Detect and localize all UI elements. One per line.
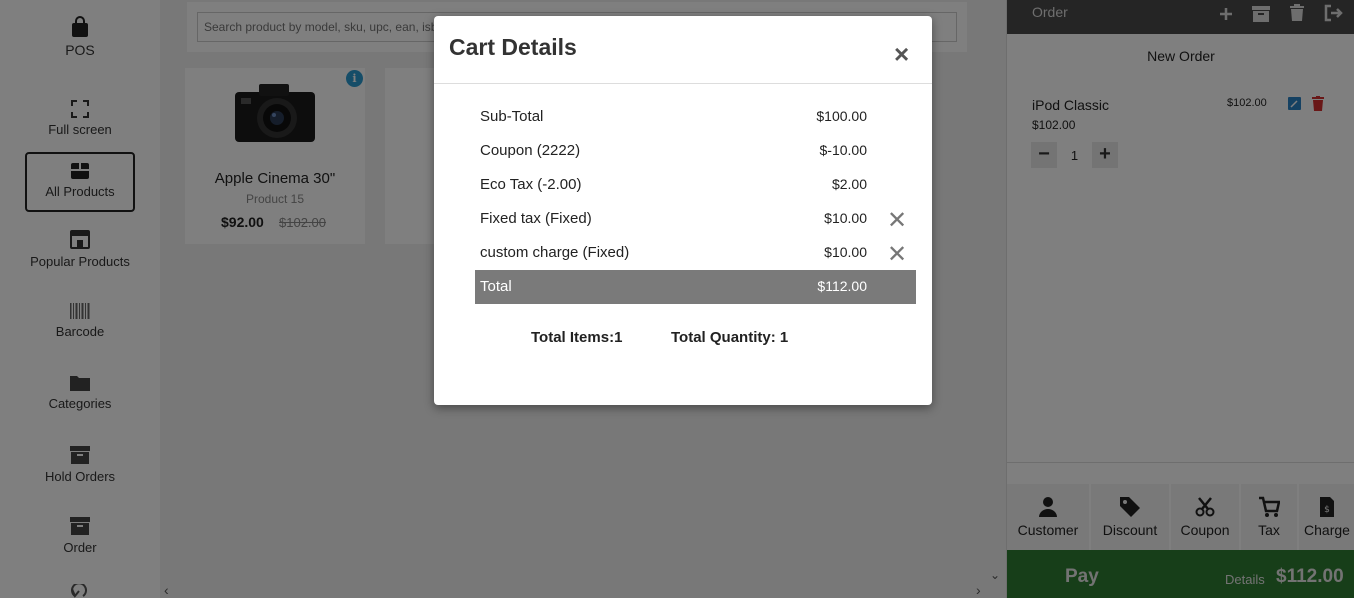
row-value: $10.00: [824, 210, 867, 226]
row-label: Eco Tax (-2.00): [480, 176, 582, 193]
row-label: Coupon (2222): [480, 142, 581, 159]
divider: [434, 83, 932, 84]
modal-title: Cart Details: [449, 34, 577, 60]
row-label: Sub-Total: [480, 108, 544, 125]
total-value: $112.00: [817, 278, 867, 294]
row-value: $10.00: [824, 244, 867, 260]
row-label: Fixed tax (Fixed): [480, 210, 592, 227]
cart-row-fixed-tax: Fixed tax (Fixed) $10.00 ✕: [475, 202, 916, 236]
cart-row-coupon: Coupon (2222) $-10.00: [475, 134, 916, 168]
cart-row-subtotal: Sub-Total $100.00: [475, 100, 916, 134]
cart-details-modal: Cart Details × Sub-Total $100.00 Coupon …: [434, 16, 932, 405]
close-icon[interactable]: ×: [894, 41, 909, 67]
row-label: custom charge (Fixed): [480, 244, 630, 261]
row-value: $2.00: [831, 176, 867, 192]
total-items: Total Items:1: [531, 329, 623, 346]
cart-row-eco-tax: Eco Tax (-2.00) $2.00: [475, 168, 916, 202]
cart-row-total: Total $112.00: [475, 270, 916, 304]
total-quantity: Total Quantity: 1: [671, 329, 789, 346]
cart-row-custom-charge: custom charge (Fixed) $10.00 ✕: [475, 236, 916, 270]
remove-icon[interactable]: ✕: [887, 206, 907, 235]
row-value: $100.00: [816, 108, 867, 124]
total-label: Total: [480, 278, 512, 295]
row-value: $-10.00: [819, 142, 867, 158]
remove-icon[interactable]: ✕: [887, 240, 907, 269]
